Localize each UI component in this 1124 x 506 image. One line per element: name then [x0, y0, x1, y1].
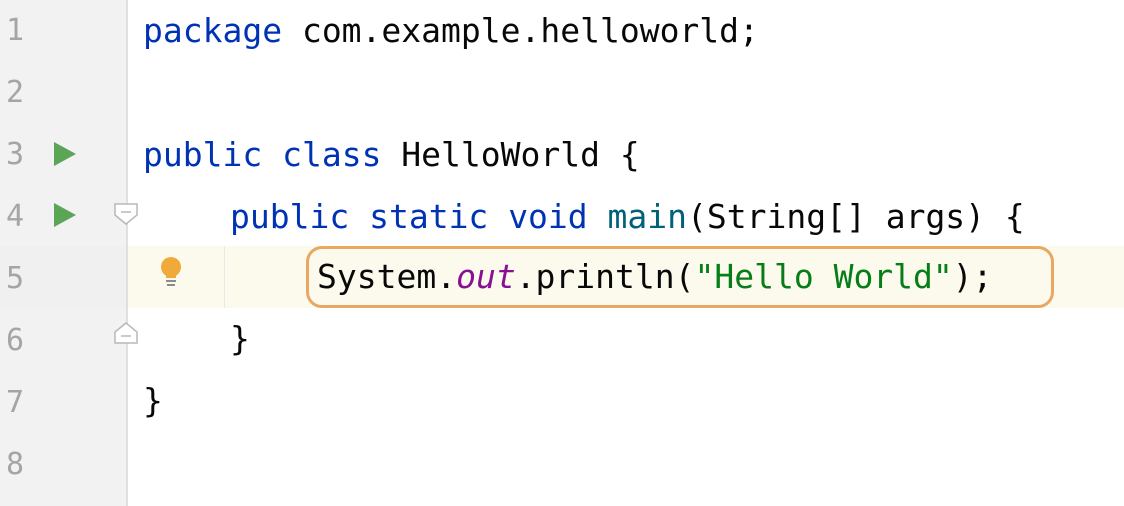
method-name: main [607, 197, 688, 236]
method-params: (String[] args) { [687, 197, 1025, 236]
code-line-4[interactable]: public static void main(String[] args) { [230, 186, 1025, 248]
keyword-class: class [282, 135, 382, 174]
line-number-1: 1 [6, 13, 25, 48]
fold-start-icon[interactable] [114, 203, 138, 225]
line-number-7: 7 [6, 385, 25, 420]
code-line-6[interactable]: } [230, 308, 250, 370]
keyword-package: package [143, 11, 283, 50]
run-class-icon[interactable] [54, 142, 76, 166]
line-number-3: 3 [6, 137, 25, 172]
run-main-icon[interactable] [54, 203, 76, 227]
statement-highlight-box [306, 246, 1054, 308]
fold-end-icon[interactable] [114, 322, 138, 344]
closing-brace: } [230, 319, 250, 358]
keyword-static: static [369, 197, 489, 236]
closing-brace: } [143, 381, 163, 420]
lightbulb-icon[interactable] [158, 256, 184, 290]
line-number-6: 6 [6, 323, 25, 358]
class-name: HelloWorld { [381, 135, 640, 174]
keyword-public: public [230, 197, 350, 236]
code-line-3[interactable]: public class HelloWorld { [143, 124, 640, 186]
line-number-5: 5 [6, 261, 25, 296]
code-line-1[interactable]: package com.example.helloworld; [143, 0, 759, 62]
package-name: com.example.helloworld; [282, 11, 759, 50]
code-line-7[interactable]: } [143, 370, 163, 432]
keyword-void: void [508, 197, 588, 236]
line-number-8: 8 [6, 447, 25, 482]
code-editor[interactable]: 1 2 3 4 5 6 7 8 package com.example.hell… [0, 0, 1124, 506]
indent-guide [224, 246, 225, 308]
line-number-2: 2 [6, 75, 25, 110]
line-number-4: 4 [6, 199, 25, 234]
keyword-public: public [143, 135, 263, 174]
